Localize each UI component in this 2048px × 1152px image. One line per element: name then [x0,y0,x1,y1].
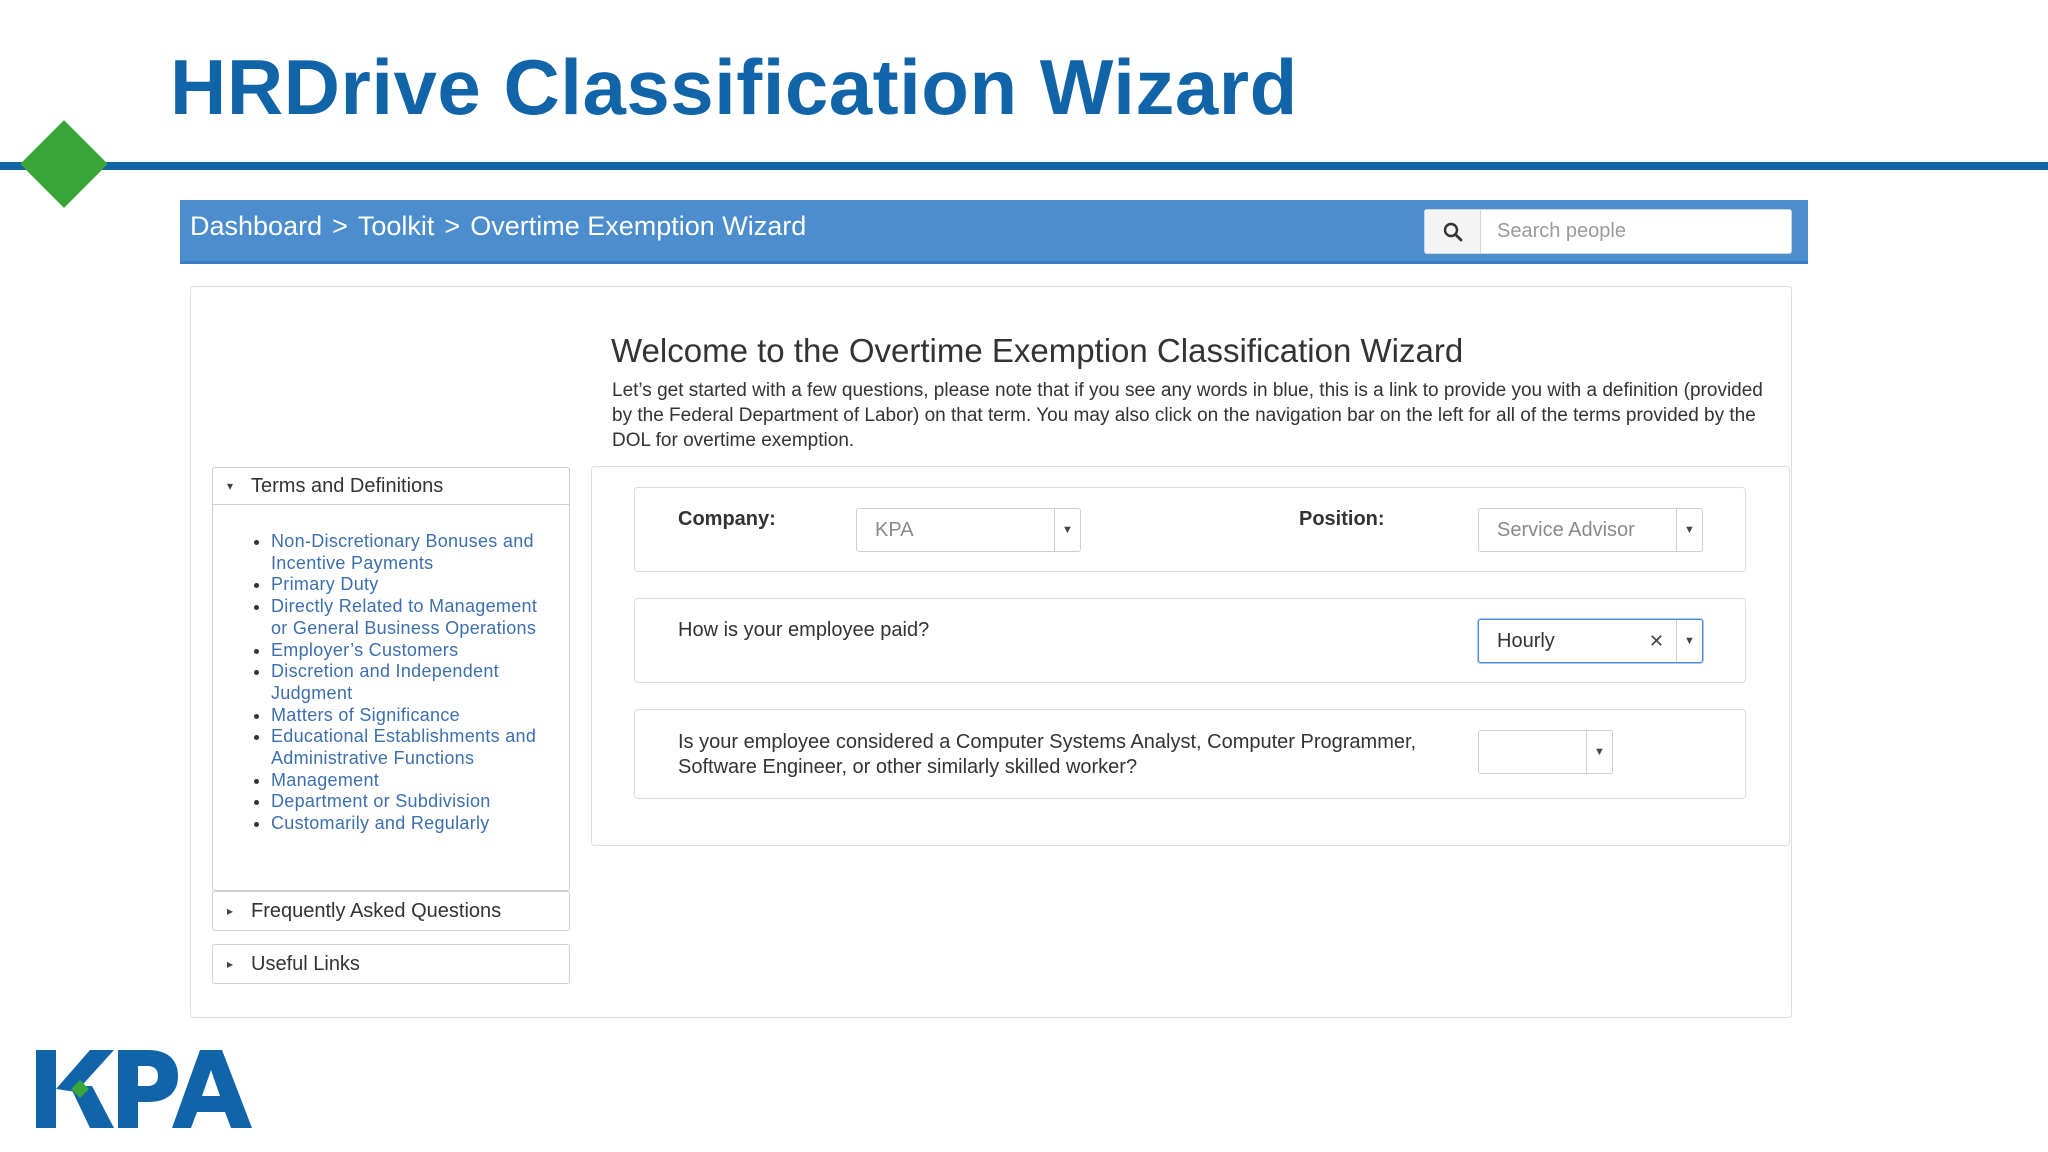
company-select-value: KPA [875,518,914,541]
chevron-down-icon[interactable]: ▼ [1676,620,1702,662]
pay-type-select[interactable]: Hourly ✕ ▼ [1478,619,1703,663]
search-button[interactable] [1425,210,1481,253]
kpa-logo [34,1046,264,1137]
position-select-value: Service Advisor [1497,518,1635,541]
people-search [1424,209,1792,254]
caret-down-icon: ▾ [227,479,234,493]
links-accordion[interactable]: ▸ Useful Links [212,944,570,984]
top-navbar: Dashboard > Toolkit > Overtime Exemption… [180,200,1808,264]
close-icon[interactable]: ✕ [1649,631,1664,652]
faq-header-label: Frequently Asked Questions [251,899,502,922]
title-divider [0,162,2048,170]
caret-right-icon: ▸ [227,957,234,971]
company-label: Company: [678,508,776,530]
chevron-down-icon[interactable]: ▼ [1676,509,1702,551]
faq-accordion-header[interactable]: ▸ Frequently Asked Questions [213,892,569,930]
pay-type-question: How is your employee paid? [678,619,930,641]
position-label: Position: [1299,508,1385,530]
pay-type-select-value: Hourly [1497,629,1555,652]
faq-accordion[interactable]: ▸ Frequently Asked Questions [212,891,570,931]
term-link[interactable]: Management [271,770,549,792]
term-link[interactable]: Matters of Significance [271,705,549,727]
page-title: Welcome to the Overtime Exemption Classi… [611,332,1464,369]
terms-accordion-header[interactable]: ▾ Terms and Definitions [212,467,570,505]
slide-title: HRDrive Classification Wizard [170,43,1298,131]
breadcrumb-separator: > [444,211,461,241]
term-link[interactable]: Discretion and Independent Judgment [271,661,549,704]
green-diamond-decoration [20,120,108,208]
links-header-label: Useful Links [251,952,360,975]
computer-worker-select[interactable]: ▼ [1478,730,1613,774]
position-select[interactable]: Service Advisor ▼ [1478,508,1703,552]
intro-text: Let’s get started with a few questions, … [612,380,1763,451]
terms-accordion: ▾ Terms and Definitions Non-Discretionar… [212,467,570,891]
term-link[interactable]: Primary Duty [271,574,549,596]
breadcrumb: Dashboard > Toolkit > Overtime Exemption… [190,211,806,242]
term-link[interactable]: Non-Discretionary Bonuses and Incentive … [271,531,549,574]
term-link[interactable]: Employer’s Customers [271,640,549,662]
search-icon [1443,222,1462,241]
links-accordion-header[interactable]: ▸ Useful Links [213,945,569,983]
chevron-down-icon[interactable]: ▼ [1054,509,1080,551]
search-input[interactable] [1481,210,1791,253]
term-link[interactable]: Department or Subdivision [271,791,549,813]
breadcrumb-current: Overtime Exemption Wizard [470,211,807,241]
terms-list: Non-Discretionary Bonuses and Incentive … [213,505,569,855]
company-select[interactable]: KPA ▼ [856,508,1081,552]
breadcrumb-separator: > [332,211,348,241]
breadcrumb-toolkit[interactable]: Toolkit [358,211,435,242]
terms-header-label: Terms and Definitions [251,474,444,497]
term-link[interactable]: Directly Related to Management or Genera… [271,596,549,639]
term-link[interactable]: Customarily and Regularly [271,813,549,835]
breadcrumb-dashboard[interactable]: Dashboard [190,211,322,242]
term-link[interactable]: Educational Establishments and Administr… [271,726,549,769]
chevron-down-icon[interactable]: ▼ [1586,731,1612,773]
computer-worker-question: Is your employee considered a Computer S… [678,731,1417,778]
caret-right-icon: ▸ [227,904,234,918]
